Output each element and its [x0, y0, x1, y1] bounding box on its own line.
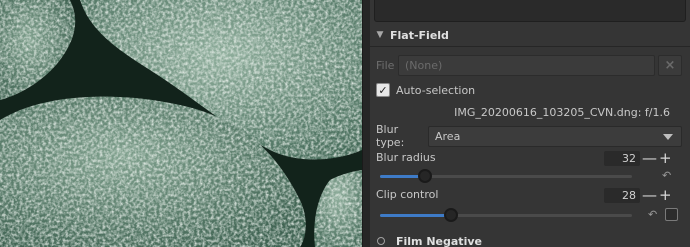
blur-radius-increase-button[interactable]: +: [659, 151, 672, 166]
blur-radius-knob[interactable]: [418, 169, 433, 183]
clip-control-knob[interactable]: [443, 208, 458, 222]
blur-radius-decrease-button[interactable]: —: [642, 151, 657, 166]
auto-clip-toggle[interactable]: [665, 208, 678, 221]
image-preview[interactable]: [0, 0, 362, 247]
file-label: File: [376, 58, 395, 72]
file-value: (None): [405, 58, 443, 72]
rock-photo: [0, 0, 362, 247]
clear-file-button[interactable]: ×: [658, 54, 682, 76]
file-row: File (None) ×: [376, 54, 682, 76]
auto-selection-row[interactable]: ✓ Auto-selection: [376, 81, 475, 99]
reset-undo-icon[interactable]: ↶: [648, 208, 657, 221]
auto-selection-checkbox[interactable]: ✓: [376, 83, 390, 97]
selected-flat-file: IMG_20200616_103205_CVN.dng: f/1.6: [454, 106, 670, 119]
clip-control-increase-button[interactable]: +: [659, 188, 672, 203]
panel-splitter[interactable]: [362, 0, 370, 247]
clip-control-fill: [380, 214, 451, 217]
blur-radius-slider[interactable]: [380, 169, 632, 183]
auto-selection-label: Auto-selection: [396, 83, 476, 97]
film-negative-header[interactable]: Film Negative: [370, 234, 690, 247]
tool-panel: ▼ Flat-Field File (None) × ✓ Auto-select…: [370, 0, 690, 247]
collapse-triangle-icon[interactable]: ▼: [370, 30, 390, 40]
blur-radius-label: Blur radius: [376, 151, 436, 164]
section-title: Film Negative: [396, 234, 482, 247]
reset-undo-icon[interactable]: ↶: [662, 169, 671, 182]
file-chooser[interactable]: (None): [398, 54, 655, 76]
close-icon: ×: [664, 57, 676, 73]
flat-field-header[interactable]: ▼ Flat-Field: [370, 24, 690, 46]
chevron-down-icon: [663, 133, 673, 140]
blur-type-select[interactable]: Area: [428, 125, 682, 147]
clip-control-value[interactable]: 28: [604, 188, 640, 203]
header-divider: [370, 46, 690, 47]
blur-radius-value[interactable]: 32: [604, 151, 640, 166]
blur-type-label: Blur type:: [376, 123, 405, 149]
enable-toggle-icon[interactable]: [377, 237, 385, 245]
section-title: Flat-Field: [390, 28, 449, 42]
blur-type-value: Area: [435, 129, 461, 143]
blur-type-row: Blur type: Area: [376, 123, 682, 149]
clip-control-slider[interactable]: [380, 208, 632, 222]
previous-section-box: [374, 0, 686, 22]
clip-control-label: Clip control: [376, 188, 439, 201]
clip-control-decrease-button[interactable]: —: [642, 188, 657, 203]
